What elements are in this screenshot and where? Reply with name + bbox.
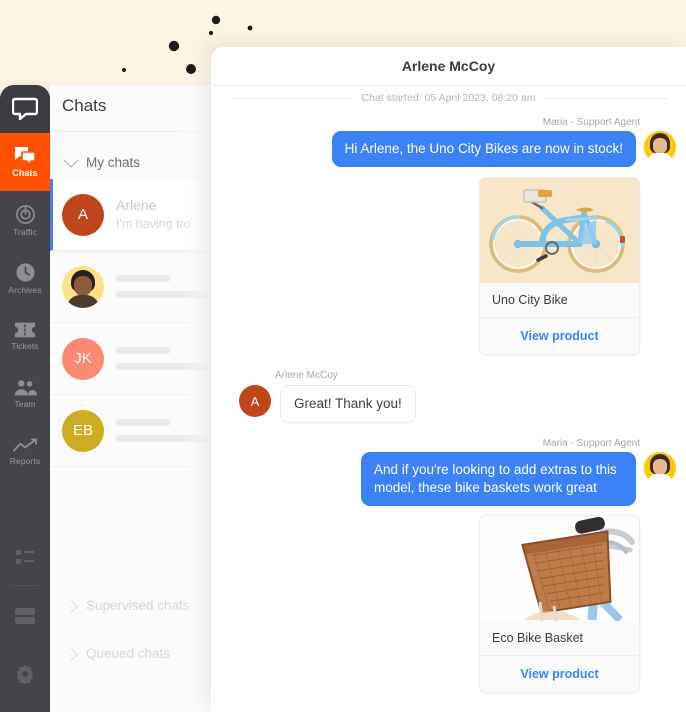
conversation-title: Arlene McCoy: [401, 58, 496, 74]
message-bubble: Hi Arlene, the Uno City Bikes are now in…: [331, 131, 636, 168]
placeholder-line: [116, 419, 170, 426]
avatar: [62, 265, 104, 308]
group-queued-chats[interactable]: Queued chats: [50, 636, 211, 670]
chats-icon: [15, 147, 36, 166]
left-nav-rail: Chats Traffic Archives Tickets Team Repo…: [0, 85, 50, 712]
app-root: Chats Traffic Archives Tickets Team Repo…: [0, 0, 686, 712]
team-icon: [14, 380, 37, 396]
avatar: EB: [62, 409, 104, 452]
chat-list-item-4[interactable]: EB: [50, 395, 211, 467]
rail-item-chats[interactable]: Chats: [0, 133, 50, 191]
placeholder-line: [116, 291, 208, 298]
traffic-icon: [15, 204, 35, 224]
chat-item-meta: [116, 275, 208, 298]
product-card-eco-bike-basket[interactable]: Eco Bike Basket View product: [479, 515, 640, 693]
chat-list-item-2[interactable]: [50, 251, 211, 323]
chevron-right-icon: [63, 599, 79, 614]
cards-icon: [15, 607, 35, 624]
chevron-right-icon: [63, 647, 79, 662]
chevron-down-icon: [63, 153, 79, 168]
chat-started-text: Chat started: 05 April 2023, 08:20 am: [361, 92, 536, 104]
chat-item-meta: Arlene I'm having tro: [116, 196, 191, 234]
rail-item-settings[interactable]: [0, 646, 50, 704]
rail-label-tickets: Tickets: [11, 341, 39, 352]
chats-list-panel: Chats My chats A Arlene I'm having tro J…: [50, 85, 211, 712]
avatar-initials: JK: [74, 350, 92, 367]
placeholder-line: [116, 275, 170, 282]
chat-list-item-arlene[interactable]: A Arlene I'm having tro: [50, 179, 211, 251]
group-my-chats[interactable]: My chats: [50, 145, 211, 179]
reports-icon: [13, 438, 37, 452]
divider-line-left: [229, 97, 354, 99]
message-row-agent-1: Hi Arlene, the Uno City Bikes are now in…: [236, 131, 676, 168]
product-name: Uno City Bike: [480, 283, 639, 318]
avatar: [644, 452, 676, 484]
rail-item-cards[interactable]: [0, 588, 50, 646]
group-label-supervised-chats: Supervised chats: [86, 597, 190, 613]
avatar: JK: [62, 337, 104, 380]
bike-basket-photo: [480, 516, 639, 621]
group-label-queued-chats: Queued chats: [86, 645, 171, 661]
settings-icon: [17, 664, 33, 684]
message-sender-label: Maria - Support Agent: [542, 117, 640, 128]
rail-label-chats: Chats: [12, 168, 38, 178]
message-sender-label: Arlene McCoy: [275, 370, 338, 381]
rail-divider: [11, 585, 39, 586]
product-name: Eco Bike Basket: [480, 621, 639, 656]
placeholder-line: [116, 347, 170, 354]
rail-label-reports: Reports: [9, 456, 41, 467]
archives-icon: [15, 263, 35, 282]
divider-line-right: [543, 97, 669, 99]
chat-started-divider: Chat started: 05 April 2023, 08:20 am: [229, 91, 669, 105]
chat-item-preview: I'm having tro: [116, 216, 191, 231]
app-logo[interactable]: [0, 85, 50, 133]
group-supervised-chats[interactable]: Supervised chats: [50, 588, 211, 622]
placeholder-line: [116, 363, 208, 370]
rail-item-reports[interactable]: Reports: [0, 423, 50, 481]
rail-label-team: Team: [14, 399, 36, 410]
rail-item-archives[interactable]: Archives: [0, 249, 50, 307]
product-image: [480, 516, 639, 621]
avatar: A: [239, 385, 271, 417]
message-bubble: Great! Thank you!: [280, 385, 416, 424]
avatar: A: [62, 193, 104, 236]
chats-title-divider: [50, 131, 211, 132]
conversation-panel: Arlene McCoy Chat started: 05 April 2023…: [211, 47, 686, 712]
tickets-icon: [14, 322, 36, 338]
message-row-agent-2: And if you're looking to add extras to t…: [236, 452, 676, 507]
view-product-button[interactable]: View product: [480, 318, 639, 354]
chat-item-meta: [116, 347, 208, 370]
chat-item-name: Arlene: [116, 196, 157, 213]
rail-label-traffic: Traffic: [13, 226, 37, 237]
rail-item-apps[interactable]: [0, 704, 50, 712]
group-label-my-chats: My chats: [86, 154, 141, 170]
bicycle-photo: [480, 178, 639, 283]
list-icon: [16, 549, 34, 564]
message-row-customer-1: A Great! Thank you!: [239, 385, 416, 424]
rail-item-traffic[interactable]: Traffic: [0, 191, 50, 249]
product-image: [480, 178, 639, 283]
placeholder-line: [116, 435, 208, 442]
avatar: [644, 131, 676, 163]
avatar-initials: EB: [72, 422, 93, 439]
rail-item-list[interactable]: [0, 530, 50, 588]
rail-item-team[interactable]: Team: [0, 365, 50, 423]
avatar-initials: A: [77, 206, 88, 223]
chat-bubble-logo-icon: [12, 97, 38, 121]
chat-item-meta: [116, 419, 208, 442]
rail-label-archives: Archives: [8, 284, 42, 295]
product-card-uno-city-bike[interactable]: Uno City Bike View product: [479, 177, 640, 355]
view-product-button[interactable]: View product: [480, 656, 639, 692]
message-sender-label: Maria - Support Agent: [542, 438, 640, 449]
avatar-initials: A: [250, 393, 260, 409]
chats-panel-title: Chats: [62, 96, 107, 115]
message-bubble: And if you're looking to add extras to t…: [361, 452, 636, 507]
chat-list-item-3[interactable]: JK: [50, 323, 211, 395]
rail-item-tickets[interactable]: Tickets: [0, 307, 50, 365]
conversation-header: Arlene McCoy: [211, 47, 686, 86]
